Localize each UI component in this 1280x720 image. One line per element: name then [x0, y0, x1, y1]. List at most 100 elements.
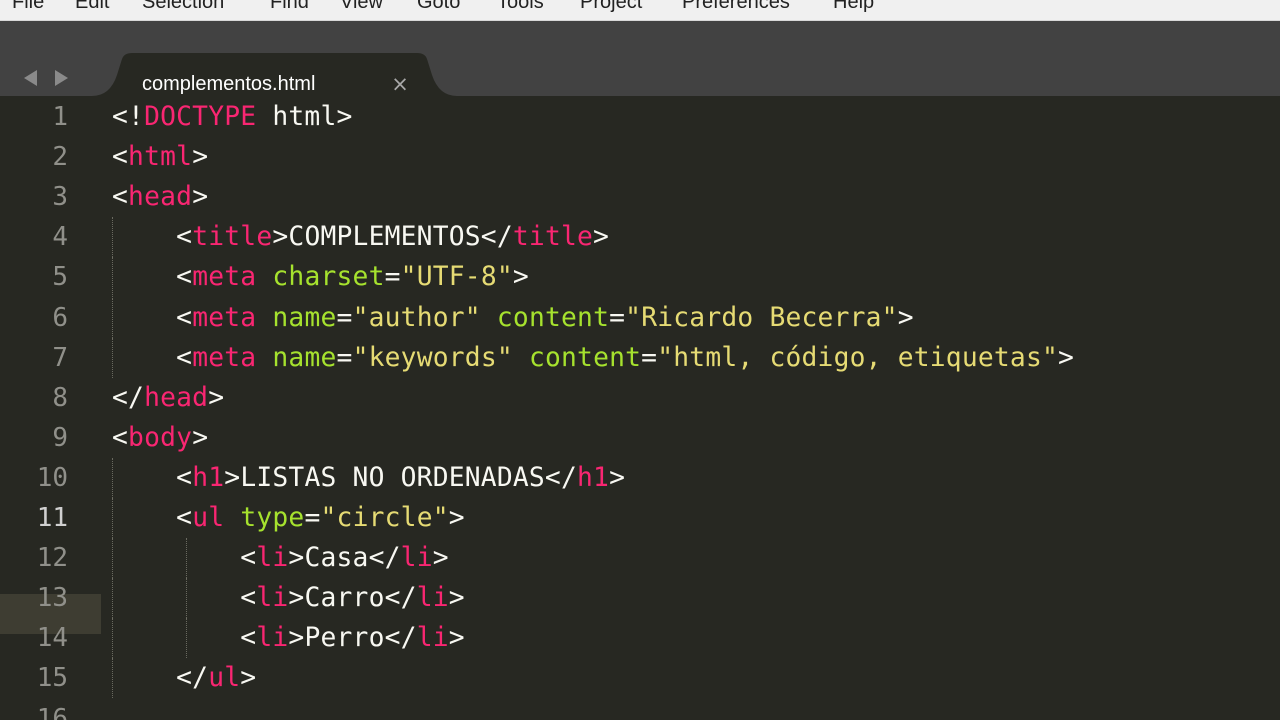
- line-number: 8: [52, 382, 68, 413]
- line-number: 5: [52, 262, 68, 293]
- menu-item-find[interactable]: Find: [270, 0, 309, 14]
- token-punct: =: [641, 342, 658, 373]
- code-line[interactable]: 13 <li>Carro</li>: [0, 578, 1280, 619]
- token-tag: li: [400, 543, 433, 574]
- code-line[interactable]: 1 <!DOCTYPE html>: [0, 97, 1280, 137]
- tab-title[interactable]: complementos.html: [142, 73, 315, 96]
- token-punct: </: [176, 663, 209, 694]
- token-punct: =: [384, 262, 401, 293]
- token-tag: li: [416, 583, 449, 614]
- menu-item-help[interactable]: Help: [833, 0, 874, 14]
- token-attr: charset: [272, 262, 385, 293]
- token-punct: </: [544, 462, 577, 493]
- token-punct: </: [480, 222, 513, 253]
- code-text: <!DOCTYPE html>: [112, 97, 353, 137]
- forward-arrow-icon[interactable]: [55, 70, 68, 86]
- token-punct: <: [176, 462, 193, 493]
- code-editor[interactable]: 1 <!DOCTYPE html> 2 <html> 3 <head> 4 <title>C…: [0, 96, 1280, 720]
- menu-item-preferences[interactable]: Preferences: [682, 0, 790, 14]
- line-number: 13: [36, 583, 68, 614]
- token-punct: <!: [112, 102, 145, 132]
- token-punct: >: [448, 583, 465, 614]
- code-text: <li>Carro</li>: [112, 578, 465, 618]
- line-number: 6: [52, 302, 68, 333]
- token-attr: name: [272, 302, 337, 333]
- code-line[interactable]: 2 <html>: [0, 137, 1280, 177]
- code-line[interactable]: 8 </head>: [0, 378, 1280, 418]
- code-text: <body>: [112, 418, 208, 458]
- code-text: <html>: [112, 137, 208, 177]
- token-tag: meta: [192, 262, 257, 293]
- token-tag: html: [128, 142, 193, 173]
- menu-item-tools[interactable]: Tools: [497, 0, 544, 14]
- line-number: 12: [36, 543, 68, 574]
- code-line[interactable]: 6 <meta name="author" content="Ricardo B…: [0, 297, 1280, 338]
- token-tag: title: [512, 222, 594, 253]
- code-line[interactable]: 12 <li>Casa</li>: [0, 538, 1280, 579]
- code-line[interactable]: 9 <body>: [0, 418, 1280, 458]
- back-arrow-icon[interactable]: [24, 70, 37, 86]
- menu-item-project[interactable]: Project: [580, 0, 642, 14]
- token-punct: >: [897, 302, 914, 333]
- token-punct: =: [336, 302, 353, 333]
- code-line[interactable]: 14 <li>Perro</li>: [0, 618, 1280, 659]
- token-tag: head: [128, 182, 193, 213]
- token-punct: <: [176, 262, 193, 293]
- token-punct: >: [432, 543, 449, 574]
- code-line[interactable]: 15 </ul>: [0, 658, 1280, 699]
- token-text: LISTAS NO ORDENADAS: [240, 462, 545, 493]
- code-line[interactable]: 7 <meta name="keywords" content="html, c…: [0, 337, 1280, 378]
- line-number: 3: [52, 182, 68, 213]
- token-tag: meta: [192, 302, 257, 333]
- token-punct: <: [176, 302, 193, 333]
- menu-item-goto[interactable]: Goto: [417, 0, 460, 14]
- indentation: [112, 463, 176, 493]
- close-icon[interactable]: ×: [389, 71, 411, 97]
- indentation: [112, 262, 176, 292]
- line-number: 1: [52, 102, 68, 132]
- token-punct: >: [192, 422, 209, 453]
- line-number: 15: [36, 663, 68, 694]
- indentation: [112, 623, 240, 653]
- token-text: html: [256, 102, 337, 132]
- menu-item-edit[interactable]: Edit: [75, 0, 109, 14]
- token-tag: h1: [577, 462, 610, 493]
- token-tag: li: [256, 623, 289, 654]
- token-punct: </: [384, 623, 417, 654]
- token-punct: <: [240, 583, 257, 614]
- code-line[interactable]: 16: [0, 699, 1280, 720]
- code-text: <h1>LISTAS NO ORDENADAS</h1>: [112, 458, 625, 498]
- token-punct: >: [288, 623, 305, 654]
- menu-item-file[interactable]: File: [12, 0, 44, 14]
- token-str: "circle": [320, 503, 449, 533]
- code-line[interactable]: 4 <title>COMPLEMENTOS</title>: [0, 217, 1280, 258]
- code-line[interactable]: 5 <meta charset="UTF-8">: [0, 257, 1280, 298]
- token-punct: =: [304, 503, 321, 533]
- indentation: [112, 583, 240, 613]
- code-line[interactable]: 11 <ul type="circle">: [0, 498, 1280, 538]
- tab-bar: complementos.html ×: [0, 21, 1280, 96]
- menu-item-view[interactable]: View: [340, 0, 383, 14]
- line-number: 11: [36, 503, 68, 533]
- token-punct: >: [448, 503, 465, 533]
- code-line[interactable]: 3 <head>: [0, 177, 1280, 217]
- code-text: <li>Casa</li>: [112, 538, 449, 578]
- token-str: "UTF-8": [400, 262, 513, 293]
- menu-item-selection[interactable]: Selection: [142, 0, 224, 14]
- token-tag: li: [416, 623, 449, 654]
- indentation: [112, 663, 176, 693]
- code-line[interactable]: 10 <h1>LISTAS NO ORDENADAS</h1>: [0, 457, 1280, 498]
- line-number: 9: [52, 422, 68, 453]
- token-punct: >: [224, 462, 241, 493]
- token-tag: meta: [192, 342, 257, 373]
- token-attr: content: [496, 302, 610, 333]
- line-number: 7: [52, 342, 68, 373]
- code-text: <meta charset="UTF-8">: [112, 257, 529, 297]
- token-punct: >: [288, 543, 305, 574]
- token-str: "html, código, etiquetas": [657, 342, 1059, 373]
- indentation: [112, 303, 176, 333]
- indentation: [112, 543, 240, 573]
